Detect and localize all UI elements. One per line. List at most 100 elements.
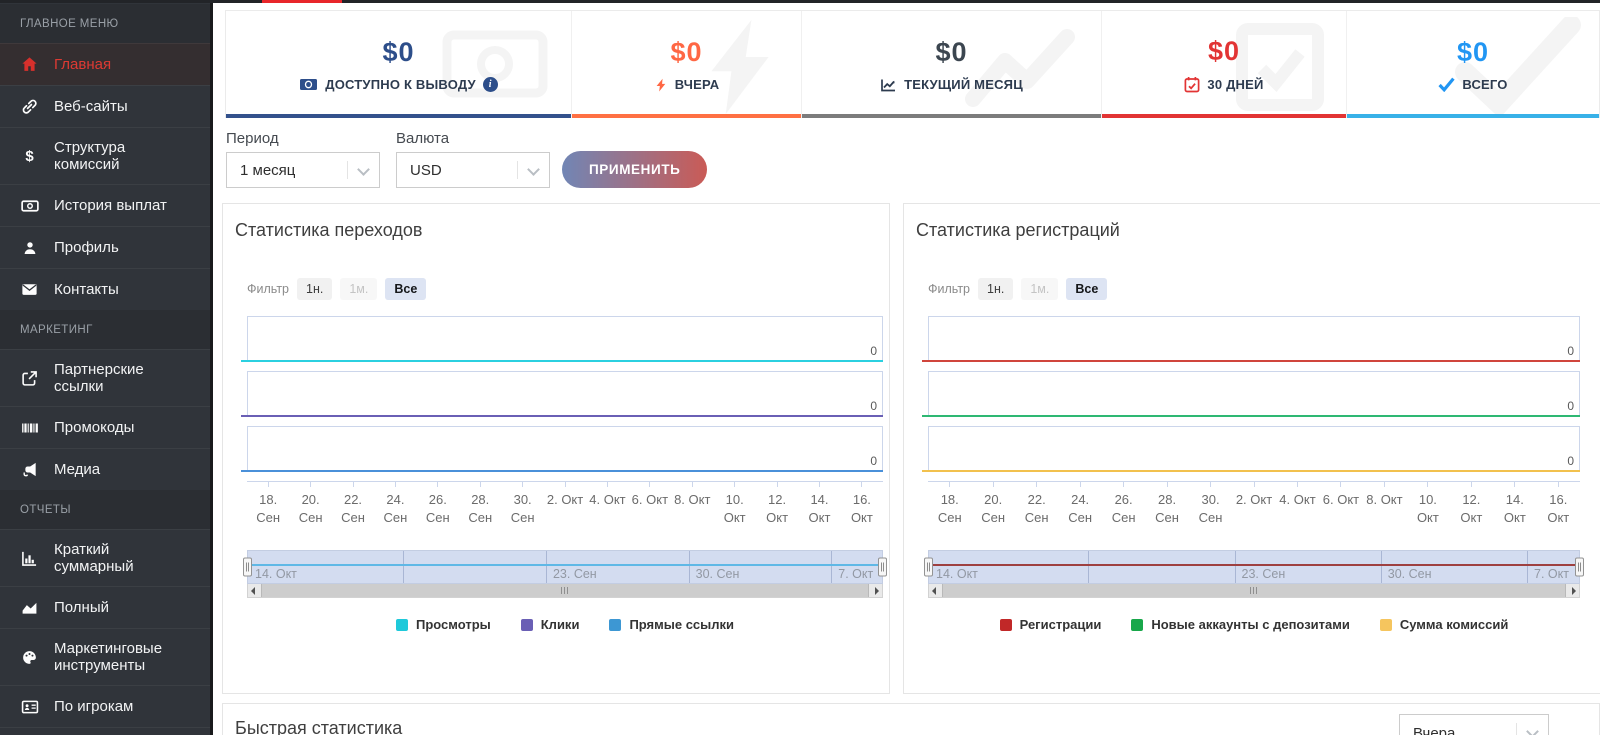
scrollbar-right-arrow[interactable] — [1572, 586, 1576, 595]
chart-filter-label: Фильтр — [928, 282, 970, 296]
x-axis-label: 14. Окт — [798, 482, 840, 526]
sidebar-item-label: Структура комиссий — [54, 139, 126, 173]
chart-legend: Регистрации Новые аккаунты с депозитами … — [928, 617, 1580, 632]
x-axis-label: 16. Окт — [1537, 482, 1580, 526]
filter-all-button[interactable]: Все — [1066, 278, 1108, 300]
x-axis-label: 10. Окт — [1406, 482, 1449, 526]
sidebar-item-profile[interactable]: Профиль — [0, 226, 210, 268]
navigator-right-handle[interactable] — [1575, 557, 1584, 577]
x-axis-label: 18. Сен — [928, 482, 971, 526]
legend-item[interactable]: Регистрации — [999, 617, 1101, 632]
sidebar-item-payout-history[interactable]: История выплат — [0, 184, 210, 226]
legend-label: Новые аккаунты с депозитами — [1151, 617, 1350, 633]
period-label: Период — [226, 130, 279, 147]
x-axis-label: 14. Окт — [1493, 482, 1536, 526]
sidebar-item-partner-links[interactable]: Партнерские ссылки — [0, 349, 210, 406]
sidebar-item-media[interactable]: Медиа — [0, 448, 210, 490]
legend-item[interactable]: Сумма комиссий — [1379, 617, 1508, 632]
external-link-icon — [20, 370, 39, 387]
chart-line-icon — [880, 77, 897, 93]
filter-1month-button[interactable]: 1м. — [340, 278, 378, 300]
scrollbar-grip-icon — [561, 587, 569, 595]
navigator-left-handle[interactable] — [243, 557, 252, 577]
x-axis-label: 4. Окт — [586, 482, 628, 509]
chart-scrollbar[interactable] — [247, 584, 883, 599]
series-line — [241, 470, 883, 472]
legend-item[interactable]: Клики — [520, 617, 579, 632]
filter-1week-button[interactable]: 1н. — [297, 278, 333, 300]
currency-select[interactable]: USD — [396, 152, 550, 188]
quick-stats-select-value: Вчера — [1413, 724, 1456, 735]
chart-scrollbar[interactable] — [928, 584, 1580, 599]
legend-item[interactable]: Новые аккаунты с депозитами — [1131, 617, 1350, 632]
scrollbar-left-arrow[interactable] — [251, 586, 255, 595]
x-axis-label: 24. Сен — [1058, 482, 1101, 526]
x-axis-label: 8. Окт — [1363, 482, 1406, 509]
quick-stats-card: Быстрая статистика Вчера — [222, 703, 1600, 735]
sidebar-item-label: Контакты — [54, 281, 119, 298]
filter-1week-button[interactable]: 1н. — [978, 278, 1014, 300]
sidebar-item-label: Промокоды — [54, 419, 135, 436]
sidebar-item-websites[interactable]: Веб-сайты — [0, 85, 210, 127]
navigator-left-handle[interactable] — [924, 557, 933, 577]
x-axis-label: 6. Окт — [1319, 482, 1362, 509]
scrollbar-thumb[interactable] — [942, 584, 1566, 598]
x-axis-label: 30. Сен — [501, 482, 543, 526]
stat-label-text: 30 ДНЕЙ — [1207, 77, 1264, 92]
period-select[interactable]: 1 месяц — [226, 152, 380, 188]
x-axis-label: 20. Сен — [289, 482, 331, 526]
legend-swatch — [1379, 618, 1392, 631]
stat-card-yesterday: $0 ВЧЕРА — [571, 11, 801, 118]
chart-pane: 0 — [241, 371, 883, 417]
navigator-right-handle[interactable] — [878, 557, 887, 577]
sidebar-item-by-players[interactable]: По игрокам — [0, 685, 210, 727]
x-axis-label: 16. Окт — [841, 482, 883, 526]
filter-1month-button[interactable]: 1м. — [1021, 278, 1059, 300]
stat-value: $0 — [382, 37, 415, 67]
quick-stats-period-select[interactable]: Вчера — [1399, 714, 1549, 735]
sidebar-item-marketing-tools[interactable]: Маркетинговые инструменты — [0, 628, 210, 685]
scrollbar-thumb[interactable] — [261, 584, 869, 598]
sidebar-item-full-report[interactable]: Полный — [0, 586, 210, 628]
y-axis-zero-label: 0 — [1567, 399, 1574, 413]
chart-navigator[interactable]: 23. Сен 30. Сен 7. Окт 14. Окт — [243, 550, 887, 585]
currency-select-value: USD — [410, 161, 442, 179]
sidebar-item-label: Главная — [54, 56, 112, 73]
legend-swatch — [1131, 618, 1144, 631]
sidebar-item-home[interactable]: Главная — [0, 43, 210, 85]
apply-button[interactable]: ПРИМЕНИТЬ — [562, 151, 708, 188]
legend-swatch — [520, 618, 533, 631]
chart-navigator[interactable]: 23. Сен 30. Сен 7. Окт 14. Окт — [924, 550, 1584, 585]
sidebar-item-by-subpartners[interactable]: По суб-партнерам — [0, 727, 210, 735]
navigator-label: 7. Окт — [838, 567, 874, 582]
id-card-icon — [20, 698, 39, 716]
chart-card-transitions: Статистика переходов Фильтр 1н. 1м. Все … — [222, 203, 890, 694]
sidebar-item-label: Веб-сайты — [54, 98, 128, 115]
link-icon — [20, 98, 39, 115]
chart-pane: 0 — [922, 371, 1580, 417]
sidebar-item-promocodes[interactable]: Промокоды — [0, 406, 210, 448]
stat-cards-row: $0 ДОСТУПНО К ВЫВОДУ i $0 ВЧЕРА $0 ТЕКУЩ… — [225, 10, 1600, 118]
x-axis-label: 22. Сен — [1015, 482, 1058, 526]
chevron-down-icon — [1526, 725, 1539, 735]
legend-item[interactable]: Прямые ссылки — [609, 617, 734, 632]
calendar-check-icon — [1184, 76, 1200, 93]
barcode-icon — [20, 419, 39, 437]
sidebar-item-summary-report[interactable]: Краткий суммарный — [0, 529, 210, 586]
y-axis-zero-label: 0 — [870, 399, 877, 413]
y-axis-zero-label: 0 — [870, 454, 877, 468]
filter-all-button[interactable]: Все — [385, 278, 427, 300]
sidebar-item-contacts[interactable]: Контакты — [0, 268, 210, 310]
series-line — [241, 415, 883, 417]
info-icon[interactable]: i — [482, 77, 498, 92]
legend-item[interactable]: Просмотры — [395, 617, 491, 632]
series-line — [922, 470, 1580, 472]
chart-watermark-icon — [965, 17, 1085, 118]
scrollbar-left-arrow[interactable] — [932, 586, 936, 595]
scrollbar-right-arrow[interactable] — [875, 586, 879, 595]
sidebar-item-commission[interactable]: $ Структура комиссий — [0, 127, 210, 184]
sidebar-item-label: По игрокам — [54, 698, 134, 715]
sidebar-section-reports: ОТЧЕТЫ — [0, 490, 210, 529]
x-axis-label: 12. Окт — [756, 482, 798, 526]
chart-pane: 0 — [241, 316, 883, 362]
